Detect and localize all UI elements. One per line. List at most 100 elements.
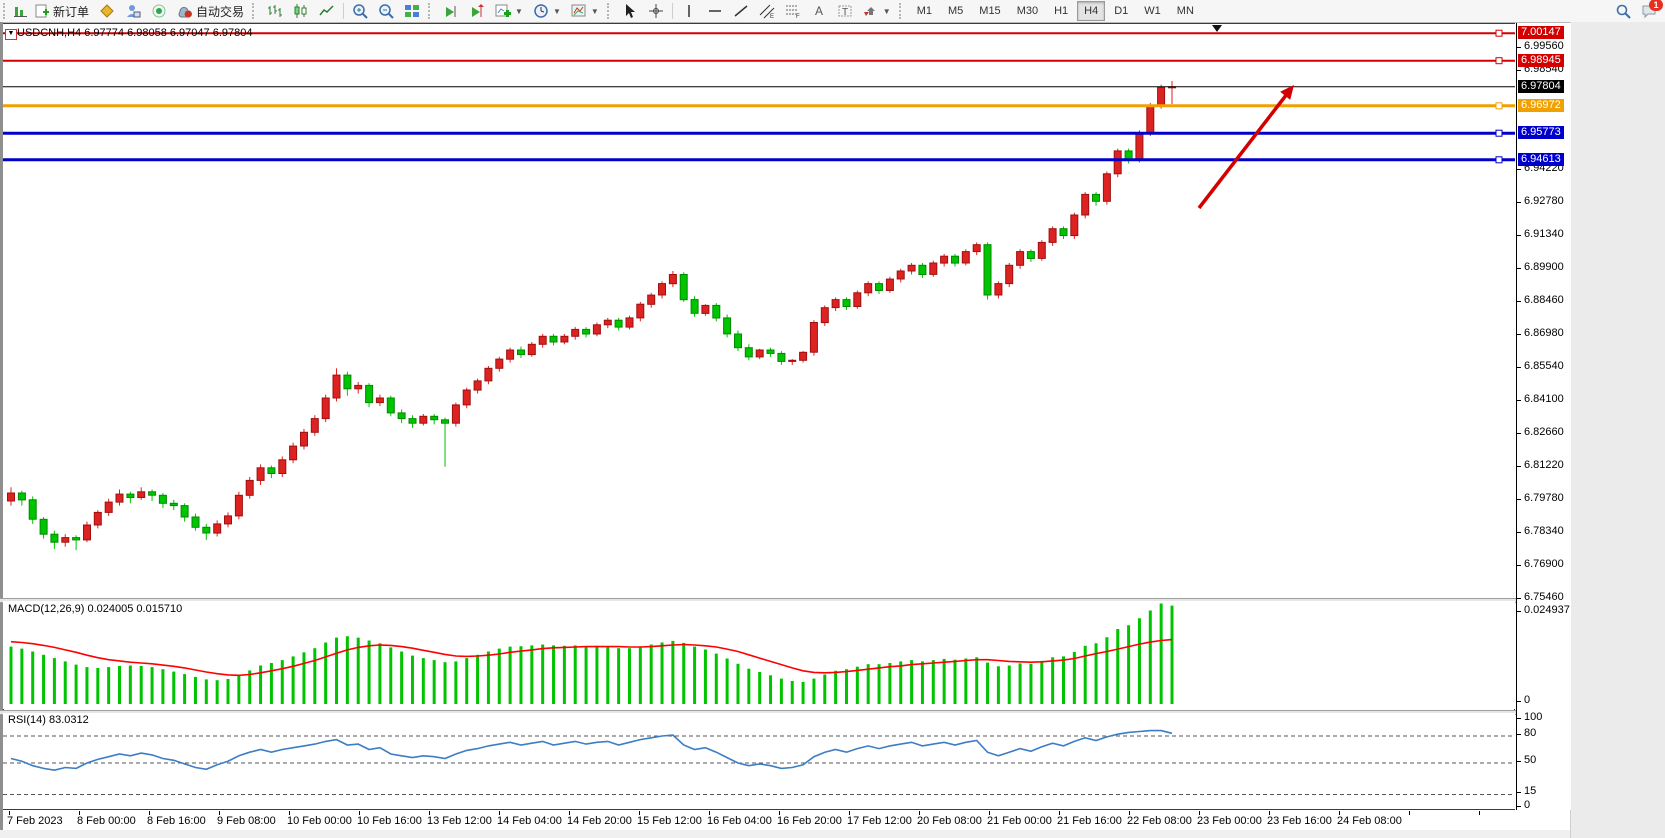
price-tick-label: 6.79780 <box>1524 492 1564 504</box>
signals-button[interactable] <box>146 0 172 22</box>
clock-icon <box>533 3 549 19</box>
macd-panel-canvas[interactable] <box>3 601 1515 709</box>
time-axis-label: 21 Feb 00:00 <box>987 815 1052 827</box>
horizontal-line-tool-button[interactable] <box>702 0 728 22</box>
axis-tick-mark <box>1517 235 1521 236</box>
crosshair-tool-button[interactable] <box>643 0 669 22</box>
chevron-down-icon: ▼ <box>591 7 599 16</box>
signal-icon <box>151 3 167 19</box>
equidistant-channel-tool-button[interactable]: E <box>754 0 780 22</box>
auto-trading-button[interactable]: 自动交易 <box>172 0 249 22</box>
toolbar-drag-handle[interactable] <box>899 3 906 19</box>
new-order-label: 新订单 <box>53 3 89 20</box>
timeframe-button-h1[interactable]: H1 <box>1047 1 1075 21</box>
axis-tick-mark <box>1517 806 1521 807</box>
macd-indicator-label: MACD(12,26,9) 0.024005 0.015710 <box>8 603 182 615</box>
toolbar-drag-handle[interactable] <box>607 3 614 19</box>
price-line-badge: 6.95773 <box>1518 126 1564 139</box>
chart-symbol-timeframe: USDCNH,H4 <box>17 27 81 39</box>
timeframe-button-m15[interactable]: M15 <box>972 1 1007 21</box>
chart-ohlc-values: 6.97774 6.98058 6.97047 6.97804 <box>84 27 252 39</box>
toolbar-separator <box>343 3 344 19</box>
candlestick-chart-button[interactable] <box>288 0 314 22</box>
price-tick-label: 6.92780 <box>1524 195 1564 207</box>
new-chart-button[interactable]: ▼ <box>490 0 528 22</box>
chevron-down-icon: ▼ <box>515 7 523 16</box>
bar-chart-button[interactable] <box>262 0 288 22</box>
text-label-icon: T <box>837 3 853 19</box>
market-watch-button[interactable] <box>94 0 120 22</box>
timeframe-button-h4[interactable]: H4 <box>1077 1 1105 21</box>
arrows-tool-button[interactable]: ▼ <box>858 0 896 22</box>
rsi-level-label: 15 <box>1524 785 1536 797</box>
axis-tick-mark <box>1517 718 1521 719</box>
zoom-out-button[interactable] <box>373 0 399 22</box>
tile-windows-button[interactable] <box>399 0 425 22</box>
chart-shift-button[interactable] <box>464 0 490 22</box>
price-tick-label: 6.78340 <box>1524 525 1564 537</box>
toolbar-drag-handle[interactable] <box>428 3 435 19</box>
toolbar-drag-handle[interactable] <box>3 3 10 19</box>
price-tick-label: 6.76900 <box>1524 558 1564 570</box>
axis-tick-mark <box>1517 301 1521 302</box>
search-icon[interactable] <box>1615 3 1631 19</box>
chart-window-icon <box>13 3 29 19</box>
time-axis-label: 23 Feb 16:00 <box>1267 815 1332 827</box>
timeframe-button-m5[interactable]: M5 <box>941 1 970 21</box>
axis-tick-mark <box>1517 367 1521 368</box>
arrows-icon <box>863 3 879 19</box>
time-axis-label: 14 Feb 20:00 <box>567 815 632 827</box>
time-axis[interactable]: 7 Feb 20238 Feb 00:008 Feb 16:009 Feb 08… <box>3 811 1516 830</box>
timeframe-button-m30[interactable]: M30 <box>1010 1 1045 21</box>
notifications-button[interactable]: 1 <box>1641 3 1657 19</box>
price-tick-label: 6.86980 <box>1524 327 1564 339</box>
text-tool-button[interactable]: A <box>806 0 832 22</box>
toolbar-right-group: 1 <box>1615 3 1657 19</box>
timeframe-button-w1[interactable]: W1 <box>1137 1 1168 21</box>
candlestick-icon <box>293 3 309 19</box>
navigator-button[interactable] <box>120 0 146 22</box>
chevron-down-icon: ▼ <box>553 7 561 16</box>
time-axis-label: 8 Feb 00:00 <box>77 815 136 827</box>
axis-tick-mark <box>1517 202 1521 203</box>
fibonacci-tool-button[interactable]: F <box>780 0 806 22</box>
auto-trading-label: 自动交易 <box>196 3 244 20</box>
new-order-icon <box>34 3 50 19</box>
period-button[interactable]: ▼ <box>528 0 566 22</box>
axis-tick-mark <box>1517 400 1521 401</box>
mt4-trading-app: 新订单 自动交易 <box>0 0 1665 838</box>
auto-scroll-button[interactable] <box>438 0 464 22</box>
trendline-tool-button[interactable] <box>728 0 754 22</box>
text-label-tool-button[interactable]: T <box>832 0 858 22</box>
chart-title: USDCNH,H4 6.97774 6.98058 6.97047 6.9780… <box>17 27 252 39</box>
axis-tick-mark <box>1517 701 1521 702</box>
axis-tick-mark <box>1517 761 1521 762</box>
main-toolbar: 新订单 自动交易 <box>0 0 1665 23</box>
timeframe-button-m1[interactable]: M1 <box>910 1 939 21</box>
trendline-icon <box>733 3 749 19</box>
time-axis-label: 17 Feb 12:00 <box>847 815 912 827</box>
svg-text:E: E <box>770 14 774 19</box>
toolbar-drag-handle[interactable] <box>252 3 259 19</box>
axis-tick-mark <box>1517 565 1521 566</box>
chart-shift-icon <box>469 3 485 19</box>
main-chart-canvas[interactable] <box>3 24 1515 598</box>
axis-tick-mark <box>1517 598 1521 599</box>
zoom-in-button[interactable] <box>347 0 373 22</box>
template-button[interactable]: ▼ <box>566 0 604 22</box>
price-line-badge: 6.94613 <box>1518 153 1564 166</box>
vertical-line-tool-button[interactable] <box>676 0 702 22</box>
line-chart-button[interactable] <box>314 0 340 22</box>
price-axis[interactable]: 6.995606.985406.942206.927806.913406.899… <box>1516 23 1571 810</box>
tile-windows-icon <box>404 3 420 19</box>
rsi-panel-canvas[interactable] <box>3 713 1515 809</box>
svg-text:T: T <box>842 7 848 18</box>
new-order-button[interactable]: 新订单 <box>29 0 94 22</box>
cursor-tool-button[interactable] <box>617 0 643 22</box>
one-click-trading-toggle[interactable]: ▼ <box>5 29 17 40</box>
timeframe-button-mn[interactable]: MN <box>1170 1 1201 21</box>
template-icon <box>571 3 587 19</box>
auto-scroll-icon <box>443 3 459 19</box>
price-tick-label: 6.88460 <box>1524 294 1564 306</box>
timeframe-button-d1[interactable]: D1 <box>1107 1 1135 21</box>
